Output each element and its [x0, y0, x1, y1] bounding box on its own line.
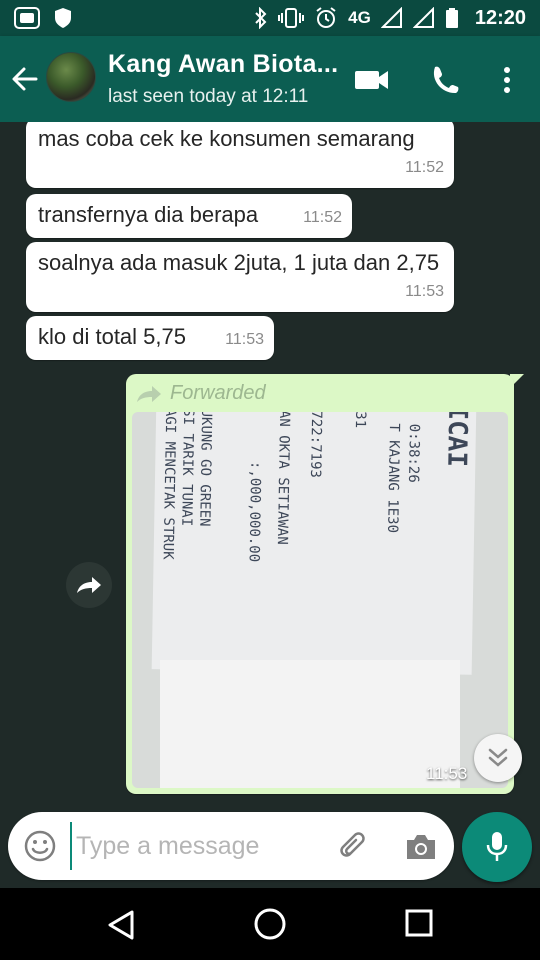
- forward-arrow-icon: [137, 385, 161, 402]
- receipt-paper-lower: [160, 660, 460, 788]
- message-text: transfernya dia berapa: [38, 202, 259, 227]
- avatar[interactable]: [46, 52, 96, 102]
- paperclip-icon[interactable]: [338, 832, 370, 864]
- network-type: 4G: [348, 8, 371, 27]
- forwarded-image-message[interactable]: Forwarded ICAI 0:38:26 T KAJANG 1E30 531…: [126, 374, 514, 794]
- message-text: mas coba cek ke konsumen semarang: [38, 126, 415, 151]
- receipt-line: KSI TARIK TUNAI: [178, 412, 197, 527]
- message-input[interactable]: [70, 822, 330, 870]
- navigation-bar: [0, 888, 540, 960]
- message-bubble[interactable]: mas coba cek ke konsumen semarang 11:52: [26, 122, 454, 188]
- app-notification-icon: [14, 7, 40, 29]
- receipt-line: T KAJANG 1E30: [384, 423, 402, 534]
- alarm-icon: [316, 7, 336, 28]
- receipt-line: 4722:7193: [307, 412, 325, 479]
- mic-icon: [486, 832, 508, 861]
- forwarded-text: Forwarded: [170, 382, 266, 404]
- receipt-line: 0:38:26: [404, 423, 422, 483]
- status-bar: 4G 12:20: [0, 0, 540, 36]
- phone-icon[interactable]: [428, 64, 460, 96]
- receipt-paper: ICAI 0:38:26 T KAJANG 1E30 531 4722:7193…: [151, 412, 477, 675]
- receipt-line: DUKUNG GO GREEN: [196, 412, 215, 527]
- message-bubble[interactable]: transfernya dia berapa 11:52: [26, 194, 352, 238]
- video-camera-icon[interactable]: [354, 66, 390, 94]
- message-bubble[interactable]: klo di total 5,75 11:53: [26, 316, 274, 360]
- shield-icon: [55, 8, 71, 28]
- composer: [8, 812, 454, 880]
- clock: 12:20: [474, 6, 526, 29]
- message-bubble[interactable]: soalnya ada masuk 2juta, 1 juta dan 2,75…: [26, 242, 454, 312]
- arrow-left-icon[interactable]: [10, 62, 40, 96]
- image-time: 11:53: [426, 764, 468, 783]
- message-time: 11:52: [303, 209, 342, 226]
- more-vertical-icon[interactable]: [496, 64, 518, 96]
- share-button[interactable]: [66, 562, 112, 608]
- signal-2-icon: [412, 7, 434, 28]
- vibrate-icon: [278, 8, 305, 28]
- nav-home-icon[interactable]: [252, 906, 288, 942]
- bluetooth-icon: [255, 7, 267, 29]
- composer-bar: [0, 808, 540, 888]
- camera-icon[interactable]: [404, 832, 438, 862]
- message-time: 11:53: [405, 283, 444, 300]
- receipt-line: :,000,000.00: [245, 460, 264, 563]
- voice-message-button[interactable]: [462, 812, 532, 882]
- signal-icon: [380, 7, 402, 28]
- receipt-line: 531: [351, 412, 369, 429]
- message-time: 11:52: [405, 159, 444, 176]
- double-chevron-down-icon: [488, 748, 508, 767]
- receipt-line: ICAI: [441, 412, 473, 468]
- smiley-icon[interactable]: [24, 830, 56, 862]
- message-time: 11:53: [225, 331, 264, 348]
- chat-area[interactable]: mas coba cek ke konsumen semarang 11:52 …: [0, 122, 540, 808]
- message-text: soalnya ada masuk 2juta, 1 juta dan 2,75: [38, 250, 440, 275]
- receipt-line: LAGI MENCETAK STRUK: [159, 412, 179, 560]
- contact-name[interactable]: Kang Awan Biota...: [108, 50, 338, 79]
- forwarded-label: Forwarded: [136, 382, 266, 405]
- chat-header: Kang Awan Biota... last seen today at 12…: [0, 36, 540, 122]
- nav-back-icon[interactable]: [104, 908, 138, 942]
- scroll-to-bottom-button[interactable]: [474, 734, 522, 782]
- last-seen-status[interactable]: last seen today at 12:11: [108, 86, 308, 108]
- battery-icon: [445, 8, 458, 28]
- message-text: klo di total 5,75: [38, 324, 186, 349]
- receipt-line: LAN OKTA SETIAWAN: [273, 412, 293, 545]
- receipt-photo[interactable]: ICAI 0:38:26 T KAJANG 1E30 531 4722:7193…: [132, 412, 508, 788]
- nav-recents-icon[interactable]: [404, 908, 434, 938]
- share-arrow-icon: [77, 577, 101, 593]
